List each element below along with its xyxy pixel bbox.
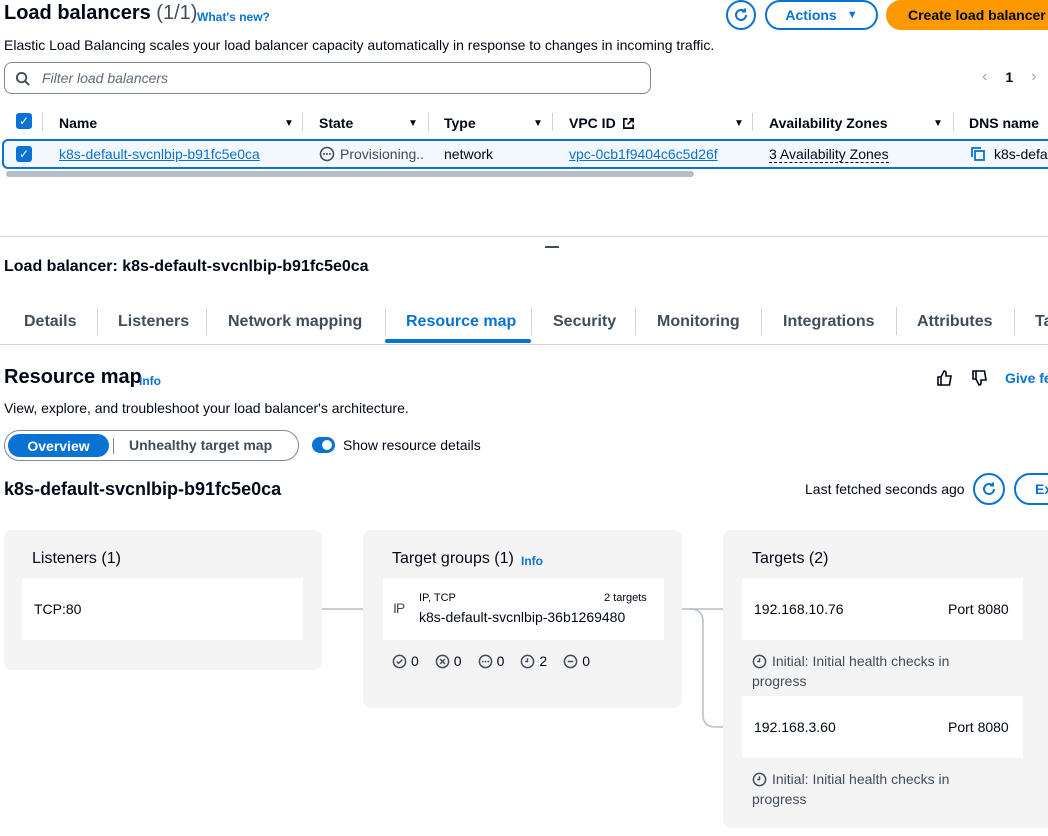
initial-count: 2: [520, 653, 547, 669]
listener-label: TCP:80: [34, 601, 82, 617]
unhealthy-count: 0: [435, 653, 462, 669]
target-ip: 192.168.3.60: [754, 719, 836, 735]
listeners-title: Listeners (1): [32, 550, 121, 567]
target-status-summary: 0 0 0 2 0: [392, 653, 590, 669]
ip-target-type-icon: IP: [393, 600, 405, 616]
target-port: Port 8080: [948, 719, 1009, 735]
draining-count: 0: [563, 653, 590, 669]
target-groups-title: Target groups (1): [392, 550, 514, 567]
ellipsis-circle-icon: [478, 654, 492, 668]
target-group-target-count: 2 targets: [604, 592, 647, 604]
targets-title: Targets (2): [752, 550, 829, 567]
target-groups-info-link[interactable]: Info: [521, 554, 543, 568]
target-ip: 192.168.10.76: [754, 601, 844, 617]
unused-count: 0: [478, 653, 504, 669]
target-group-protocol: IP, TCP: [419, 592, 456, 604]
target-group-name: k8s-default-svcnlbip-36b1269480: [419, 609, 626, 625]
check-circle-icon: [392, 654, 407, 668]
healthy-count: 0: [392, 653, 419, 669]
clock-icon: [521, 654, 535, 668]
target-health-status: Initial: Initial health checks in progre…: [752, 653, 950, 689]
target-port: Port 8080: [948, 601, 1009, 617]
x-circle-icon: [435, 654, 450, 668]
minus-circle-icon: [563, 654, 578, 668]
target-health-status: Initial: Initial health checks in progre…: [752, 771, 950, 807]
